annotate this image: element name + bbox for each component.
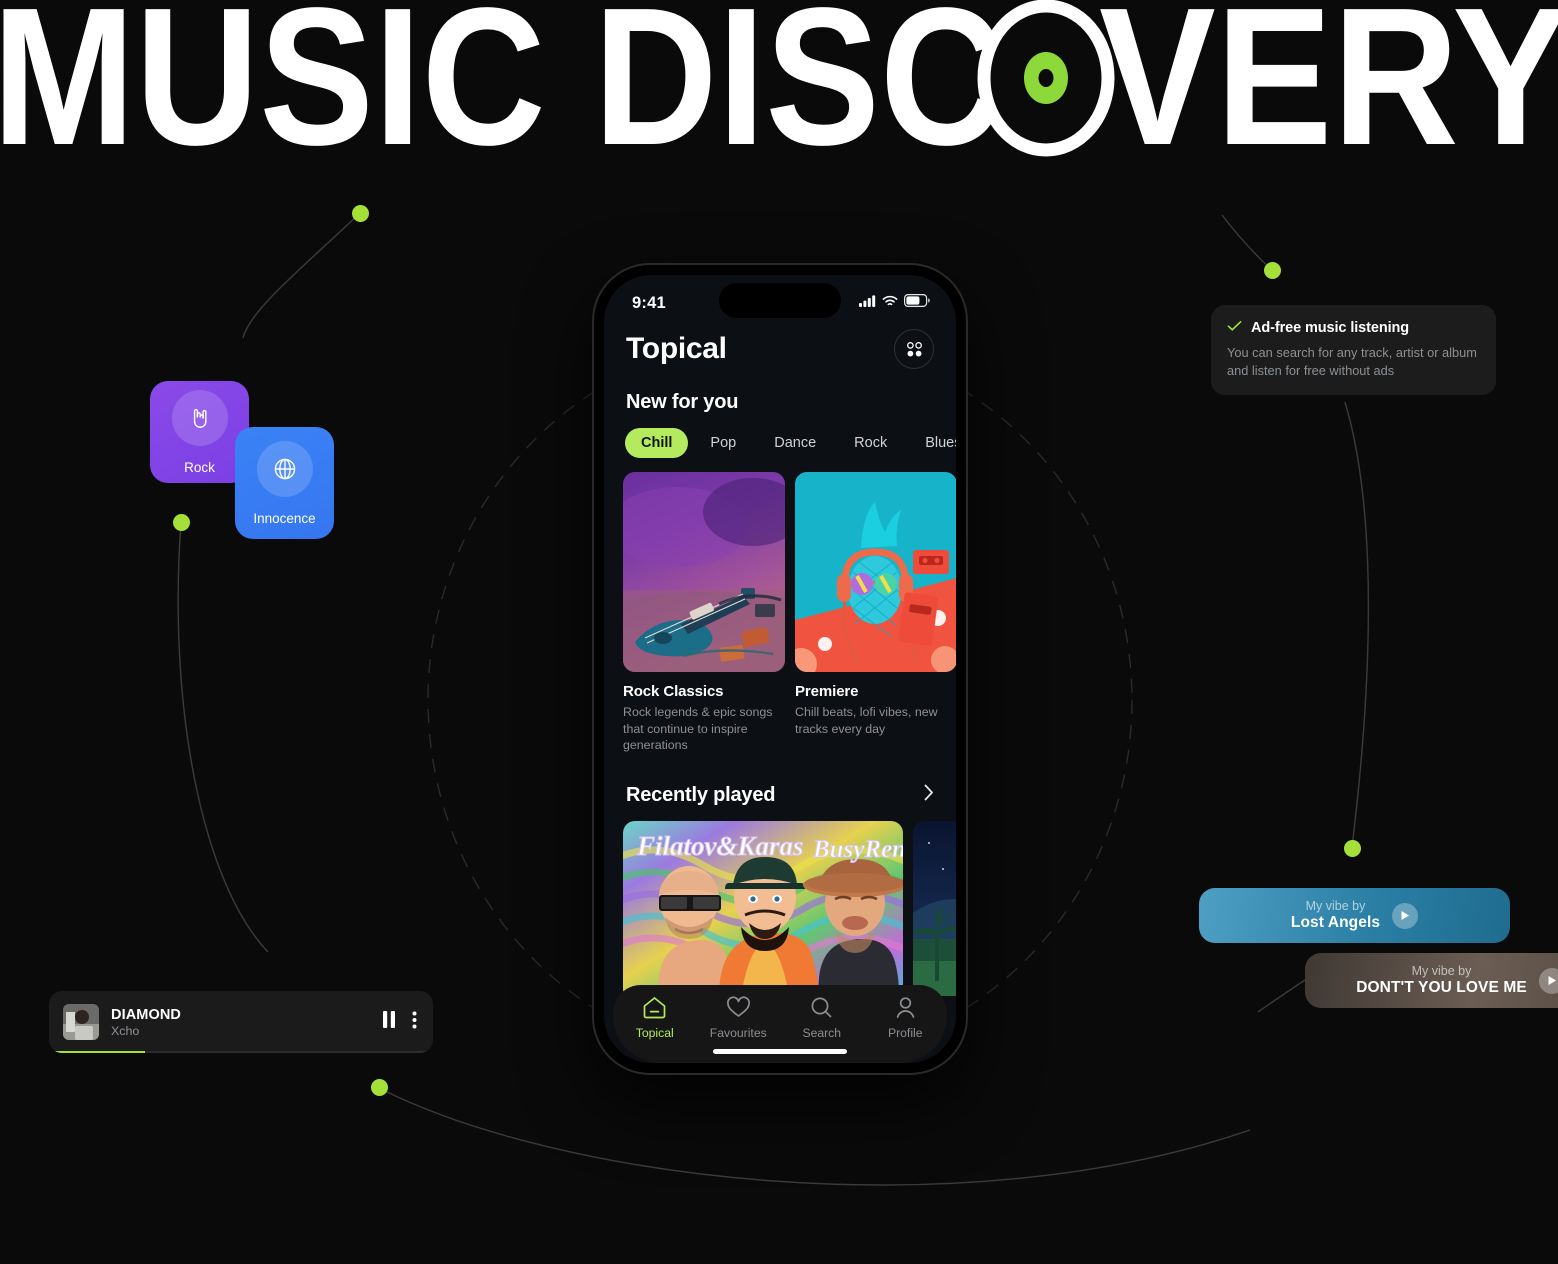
- tab-topical[interactable]: Topical: [619, 996, 691, 1040]
- genre-card-innocence[interactable]: Innocence: [235, 427, 334, 539]
- rock-hand-icon: [171, 389, 228, 446]
- playback-progress-bar[interactable]: [49, 1050, 433, 1053]
- section-title-recently-played: Recently played: [626, 783, 776, 806]
- vibe-card-subtitle: My vibe by: [1305, 899, 1366, 913]
- playlist-card-title: Rock Classics: [623, 683, 724, 700]
- hero-title-text-left: MUSIC DISC: [0, 0, 1004, 171]
- globe-circle-icon: [256, 440, 313, 497]
- chevron-right-icon[interactable]: [924, 784, 934, 806]
- filatov-karas-busy-reno-cover: Filatov&Karas BusyReno: [623, 820, 903, 996]
- heart-icon: [726, 996, 751, 1022]
- accent-dot: [1344, 840, 1361, 857]
- vibe-card-title: DONT'T YOU LOVE ME: [1356, 979, 1527, 996]
- phone-mockup: 9:41 Topical New for you Chill Pop Dance…: [594, 265, 966, 1073]
- mini-player-track-title: DIAMOND: [111, 1006, 181, 1023]
- ad-free-tooltip-card: Ad-free music listening You can search f…: [1211, 305, 1496, 395]
- section-title-new-for-you: New for you: [626, 391, 739, 413]
- person-icon: [893, 996, 918, 1022]
- genre-chip-list[interactable]: Chill Pop Dance Rock Blues H: [604, 414, 956, 458]
- recently-played-item[interactable]: F: [913, 820, 956, 1001]
- home-icon: [642, 996, 667, 1022]
- bottom-tab-bar[interactable]: Topical Favourites Search Profile: [613, 985, 947, 1063]
- mini-player-artist: Xcho: [111, 1023, 140, 1038]
- dynamic-island: [719, 283, 841, 318]
- screen-header: Topical: [604, 325, 956, 369]
- accent-dot: [352, 205, 369, 222]
- more-vertical-icon[interactable]: [412, 1011, 417, 1034]
- recently-played-list[interactable]: Filatov&Karas BusyReno: [604, 807, 956, 1001]
- tab-label: Search: [802, 1026, 842, 1040]
- accent-dot: [1264, 262, 1281, 279]
- stage-guitar-photo: [623, 472, 785, 672]
- playlist-card-title: Premiere: [795, 683, 859, 700]
- accent-dot: [371, 1079, 388, 1096]
- play-icon[interactable]: [1392, 902, 1419, 929]
- tab-label: Topical: [635, 1026, 674, 1040]
- new-for-you-card-list[interactable]: Rock Classics Rock legends & epic songs …: [604, 458, 956, 754]
- vibe-card-title: Lost Angels: [1290, 914, 1381, 931]
- tab-favourites[interactable]: Favourites: [702, 996, 774, 1040]
- vibe-card-dont-you-love-me[interactable]: My vibe by DONT'T YOU LOVE ME: [1305, 953, 1558, 1008]
- tab-label: Favourites: [709, 1026, 767, 1040]
- genre-chip-chill[interactable]: Chill: [625, 428, 689, 458]
- recently-played-header[interactable]: Recently played: [604, 754, 956, 807]
- genre-chip-pop[interactable]: Pop: [694, 428, 752, 458]
- genre-chip-dance[interactable]: Dance: [758, 428, 832, 458]
- tooltip-title: Ad-free music listening: [1251, 320, 1410, 336]
- vinyl-record-icon: [977, 0, 1115, 157]
- vibe-card-subtitle: My vibe by: [1411, 964, 1472, 978]
- playlist-card[interactable]: Rock Classics Rock legends & epic songs …: [623, 472, 785, 754]
- genre-card-label: Rock: [184, 459, 215, 475]
- page-title: Topical: [626, 332, 727, 365]
- check-icon: [1227, 319, 1242, 337]
- tab-search[interactable]: Search: [786, 996, 858, 1040]
- accent-dot: [173, 514, 190, 531]
- status-bar: 9:41: [604, 275, 956, 325]
- palm-night-cover: F: [913, 820, 956, 996]
- vibe-card-lost-angels[interactable]: My vibe by Lost Angels: [1199, 888, 1510, 943]
- genre-card-label: Innocence: [253, 510, 316, 526]
- grid-dots-icon[interactable]: [894, 329, 934, 369]
- home-indicator: [713, 1049, 847, 1054]
- playlist-card[interactable]: Premiere Chill beats, lofi vibes, new tr…: [795, 472, 956, 754]
- search-icon: [809, 996, 834, 1022]
- cellular-signal-icon: [859, 294, 876, 312]
- svg-text:Filatov&Karas: Filatov&Karas: [636, 831, 804, 861]
- hero-title-text-right: VERY: [1099, 0, 1558, 171]
- battery-icon: [904, 294, 930, 312]
- hero-title: MUSIC DISC VERY: [0, 0, 1558, 171]
- mini-player[interactable]: DIAMOND Xcho: [49, 991, 433, 1053]
- status-bar-time: 9:41: [632, 293, 666, 312]
- album-art-thumbnail: [63, 1004, 99, 1040]
- pause-icon[interactable]: [382, 1011, 396, 1033]
- tooltip-description: You can search for any track, artist or …: [1227, 345, 1477, 378]
- genre-chip-blues[interactable]: Blues: [909, 428, 956, 458]
- wifi-icon: [882, 294, 898, 312]
- svg-text:BusyReno: BusyReno: [812, 836, 903, 863]
- playlist-card-description: Chill beats, lofi vibes, new tracks ever…: [795, 705, 938, 736]
- genre-chip-rock[interactable]: Rock: [838, 428, 903, 458]
- play-icon[interactable]: [1538, 967, 1558, 994]
- pineapple-headphones-photo: [795, 472, 956, 672]
- recently-played-item[interactable]: Filatov&Karas BusyReno: [623, 820, 903, 1001]
- tab-profile[interactable]: Profile: [869, 996, 941, 1040]
- phone-screen: 9:41 Topical New for you Chill Pop Dance…: [604, 275, 956, 1063]
- tab-label: Profile: [887, 1026, 923, 1040]
- playlist-card-description: Rock legends & epic songs that continue …: [623, 705, 773, 752]
